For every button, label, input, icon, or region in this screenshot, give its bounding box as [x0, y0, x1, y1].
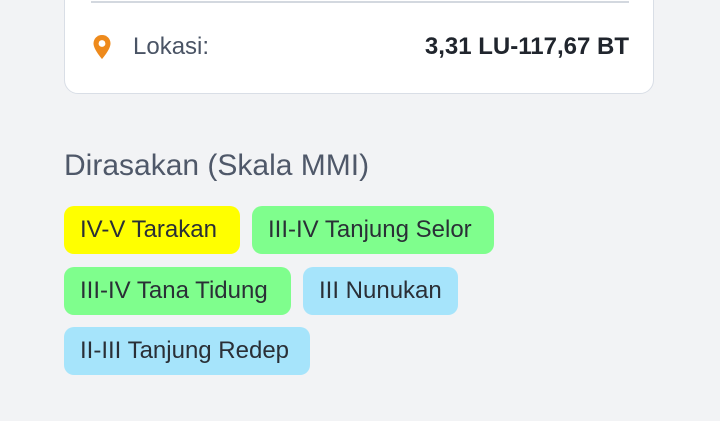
location-row: Lokasi: 3,31 LU-117,67 BT	[91, 27, 629, 67]
location-value: 3,31 LU-117,67 BT	[424, 33, 629, 60]
divider	[91, 1, 629, 3]
felt-section-title: Dirasakan (Skala MMI)	[64, 149, 370, 182]
intensity-chip-nunukan: III Nunukan	[303, 267, 458, 315]
location-label: Lokasi:	[133, 33, 210, 60]
intensity-chip-tanjung-selor: III-IV Tanjung Selor	[252, 206, 494, 254]
map-pin-icon	[91, 34, 113, 60]
intensity-chip-tana-tidung: III-IV Tana Tidung	[64, 267, 291, 315]
intensity-chip-tarakan: IV-V Tarakan	[64, 206, 240, 254]
earthquake-info-card: Lokasi: 3,31 LU-117,67 BT	[64, 0, 654, 94]
intensity-chip-tanjung-redep: II-III Tanjung Redep	[64, 327, 310, 375]
